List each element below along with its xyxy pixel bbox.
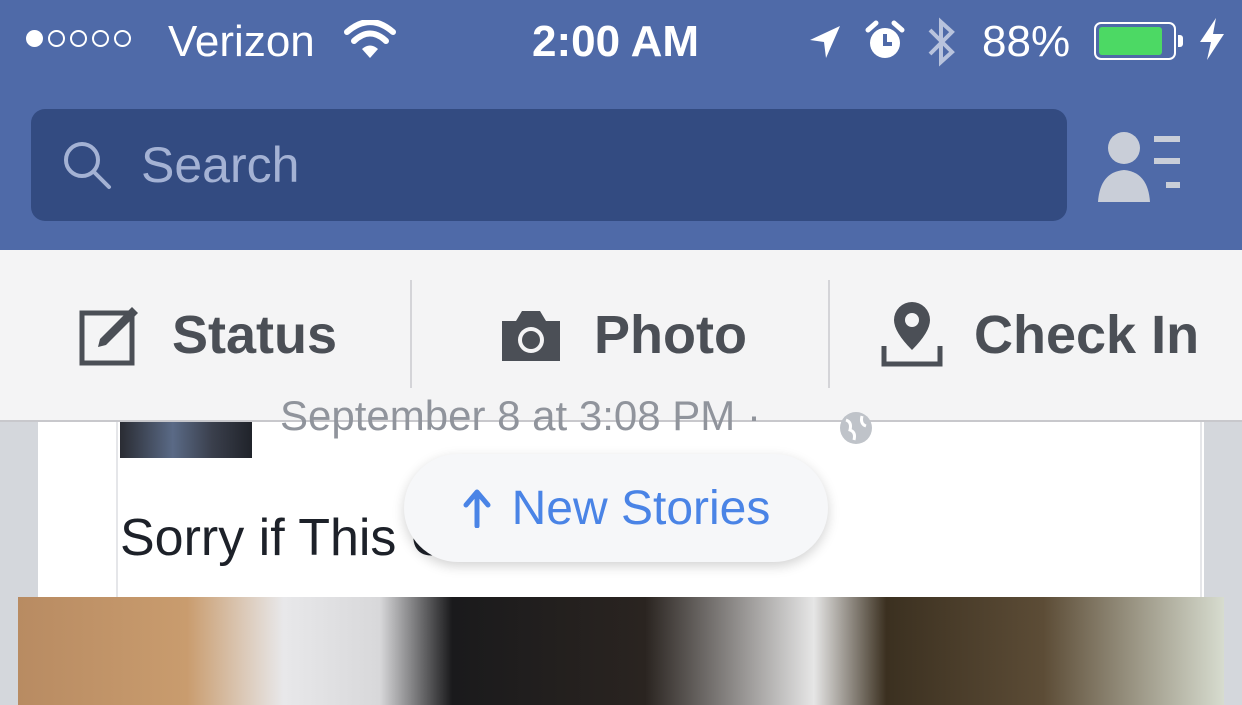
author-avatar[interactable] — [120, 422, 252, 458]
battery-percentage: 88% — [982, 17, 1071, 66]
battery-icon — [1094, 22, 1183, 60]
arrow-up-icon — [463, 489, 491, 528]
search-bar[interactable] — [31, 109, 1067, 221]
status-bar: Verizon 2:00 AM 88% — [0, 0, 1242, 84]
search-input[interactable] — [139, 131, 1043, 199]
search-icon — [64, 142, 111, 189]
post-date: September 8 at 3:08 PM — [280, 392, 736, 439]
carrier-name: Verizon — [168, 17, 315, 66]
friend-requests-icon[interactable] — [1096, 126, 1186, 206]
location-pin-icon — [881, 302, 943, 367]
globe-icon — [840, 412, 872, 444]
check-in-button[interactable]: Check In — [880, 250, 1199, 420]
signal-dot — [26, 30, 43, 47]
wifi-icon — [344, 20, 396, 58]
status-label: Status — [172, 305, 338, 365]
camera-icon — [502, 311, 560, 361]
alarm-icon — [865, 20, 905, 58]
signal-dot — [114, 30, 131, 47]
composer-divider — [828, 280, 830, 388]
post-separator: · — [746, 392, 761, 439]
battery-terminal — [1178, 35, 1183, 47]
photo-label: Photo — [594, 305, 747, 365]
edit-status-icon — [79, 307, 138, 366]
signal-dot — [48, 30, 65, 47]
signal-dot — [92, 30, 109, 47]
post-timestamp[interactable]: September 8 at 3:08 PM · — [280, 392, 761, 440]
location-arrow-icon — [810, 26, 840, 58]
battery-fill — [1099, 27, 1163, 55]
new-stories-button[interactable]: New Stories — [404, 454, 828, 562]
top-navigation-bar: Verizon 2:00 AM 88% — [0, 0, 1242, 250]
clock: 2:00 AM — [532, 17, 700, 66]
signal-strength-icon — [26, 30, 131, 47]
composer-divider — [410, 280, 412, 388]
post-photo[interactable] — [18, 597, 1224, 705]
bluetooth-icon — [928, 17, 955, 67]
charging-bolt-icon — [1200, 18, 1224, 60]
check-in-label: Check In — [974, 305, 1200, 365]
new-stories-label: New Stories — [511, 481, 771, 535]
signal-dot — [70, 30, 87, 47]
